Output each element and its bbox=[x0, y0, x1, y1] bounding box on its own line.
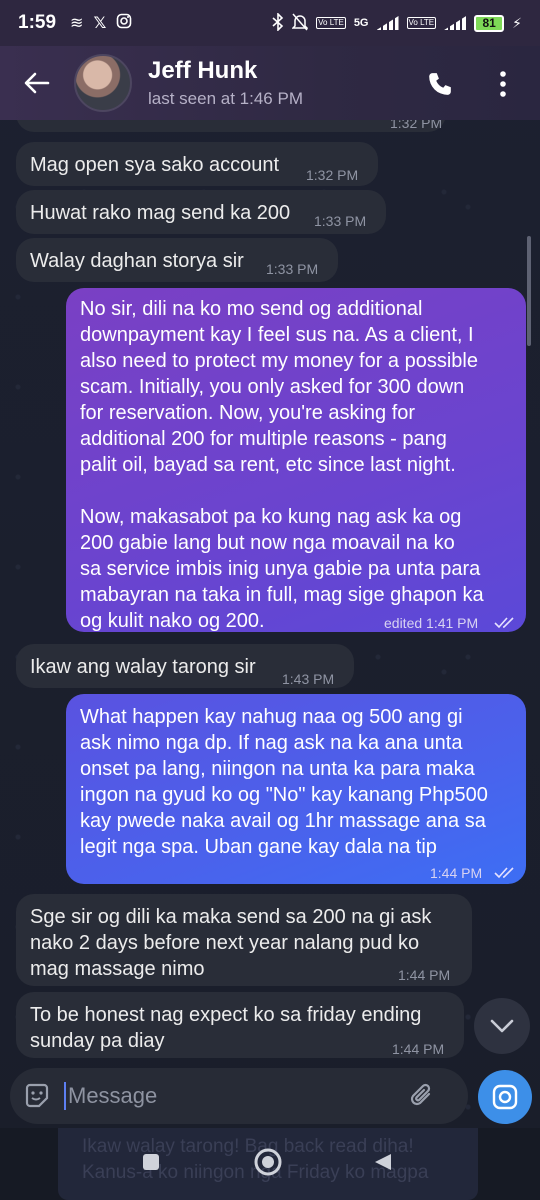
more-vertical-icon bbox=[500, 71, 506, 97]
contact-name: Jeff Hunk bbox=[148, 57, 258, 84]
message-text: No sir, dili na ko mo send og additional… bbox=[80, 298, 484, 632]
message-text: Huwat rako mag send ka 200 bbox=[30, 202, 291, 224]
signal-icon-2 bbox=[444, 16, 467, 30]
message-time: 1:33 PM bbox=[314, 213, 367, 229]
arrow-left-icon bbox=[24, 72, 50, 94]
emoji-button[interactable] bbox=[10, 1068, 64, 1124]
message-text: Ikaw ang walay tarong sir bbox=[30, 656, 256, 678]
message-time: 1:44 PM bbox=[392, 1041, 445, 1057]
read-check-icon bbox=[494, 860, 516, 886]
message-text: Sge sir og dili ka maka send sa 200 na g… bbox=[30, 906, 432, 980]
message-incoming[interactable]: Sge sir og dili ka maka send sa 200 na g… bbox=[16, 894, 472, 986]
message-incoming[interactable]: Ikaw ang walay tarong sir 1:43 PM bbox=[16, 644, 354, 688]
recents-button[interactable] bbox=[140, 1142, 162, 1182]
charging-icon: ⚡ bbox=[512, 14, 522, 31]
message-text: To be honest nag expect ko sa friday end… bbox=[30, 1004, 422, 1052]
read-check-icon bbox=[494, 610, 516, 636]
message-text: Mag open sya sako account bbox=[30, 154, 280, 176]
message-time: 1:43 PM bbox=[282, 671, 335, 687]
volte-badge-1: Vo LTE bbox=[316, 17, 346, 29]
message-time: 1:44 PM bbox=[430, 865, 483, 881]
bluetooth-icon bbox=[272, 11, 284, 34]
message-time: 1:33 PM bbox=[266, 261, 319, 277]
sticker-icon bbox=[25, 1083, 49, 1108]
home-button[interactable] bbox=[252, 1142, 284, 1182]
phone-icon bbox=[429, 73, 451, 95]
message-time: 1:32 PM bbox=[306, 167, 359, 183]
more-options-button[interactable] bbox=[488, 64, 518, 104]
x-app-icon: 𝕏 bbox=[93, 15, 107, 32]
contact-title[interactable]: Jeff Hunk last seen at 1:46 PM bbox=[148, 57, 303, 109]
volte-badge-2: Vo LTE bbox=[406, 17, 437, 29]
message-incoming[interactable]: To be honest nag expect ko sa friday end… bbox=[16, 992, 464, 1058]
message-time: edited 1:41 PM bbox=[384, 615, 479, 631]
camera-icon bbox=[492, 1084, 518, 1110]
avatar[interactable] bbox=[74, 54, 132, 112]
scrollbar[interactable] bbox=[527, 236, 531, 346]
message-text: What happen kay nahug naa og 500 ang gi … bbox=[80, 706, 488, 858]
mute-icon bbox=[291, 13, 309, 34]
message-incoming[interactable]: Mag open sya sako account 1:32 PM bbox=[16, 142, 378, 186]
call-button[interactable] bbox=[420, 64, 460, 104]
message-input[interactable] bbox=[68, 1083, 398, 1109]
camera-button[interactable] bbox=[478, 1070, 532, 1124]
chat-header: Jeff Hunk last seen at 1:46 PM bbox=[0, 46, 540, 120]
instagram-icon bbox=[116, 13, 132, 34]
back-nav-button[interactable] bbox=[372, 1142, 394, 1182]
square-icon bbox=[143, 1154, 159, 1170]
stack-icon: ≋ bbox=[70, 15, 84, 32]
message-composer bbox=[10, 1068, 468, 1124]
navigation-bar: Ikaw walay tarong! Bag back read diha! K… bbox=[0, 1128, 540, 1200]
paperclip-icon bbox=[410, 1083, 431, 1106]
battery-icon: 81 bbox=[474, 14, 505, 32]
network-type: 5G bbox=[353, 17, 369, 29]
attach-button[interactable] bbox=[398, 1068, 446, 1124]
text-cursor bbox=[64, 1082, 66, 1110]
scroll-down-button[interactable] bbox=[474, 998, 530, 1054]
message-text: Walay daghan storya sir bbox=[30, 250, 244, 272]
message-outgoing[interactable]: What happen kay nahug naa og 500 ang gi … bbox=[66, 694, 526, 884]
message-incoming[interactable]: Huwat rako mag send ka 200 1:33 PM bbox=[16, 190, 386, 234]
back-button[interactable] bbox=[0, 46, 74, 120]
message-outgoing[interactable]: No sir, dili na ko mo send og additional… bbox=[66, 288, 526, 632]
signal-icon-1 bbox=[376, 16, 399, 30]
status-bar: 1:59 ≋ 𝕏 Vo LTE 5G Vo LTE 81 ⚡ bbox=[0, 0, 540, 46]
status-time: 1:59 bbox=[18, 12, 57, 33]
home-circle-icon bbox=[254, 1148, 282, 1176]
last-seen-status: last seen at 1:46 PM bbox=[148, 89, 303, 108]
message-incoming[interactable]: Walay daghan storya sir 1:33 PM bbox=[16, 238, 338, 282]
system-icons: Vo LTE 5G Vo LTE 81 ⚡ bbox=[272, 11, 522, 34]
triangle-back-icon bbox=[375, 1154, 391, 1170]
notification-icons: ≋ 𝕏 bbox=[70, 13, 132, 34]
message-time: 1:44 PM bbox=[398, 967, 451, 983]
chevron-down-icon bbox=[490, 1019, 514, 1033]
